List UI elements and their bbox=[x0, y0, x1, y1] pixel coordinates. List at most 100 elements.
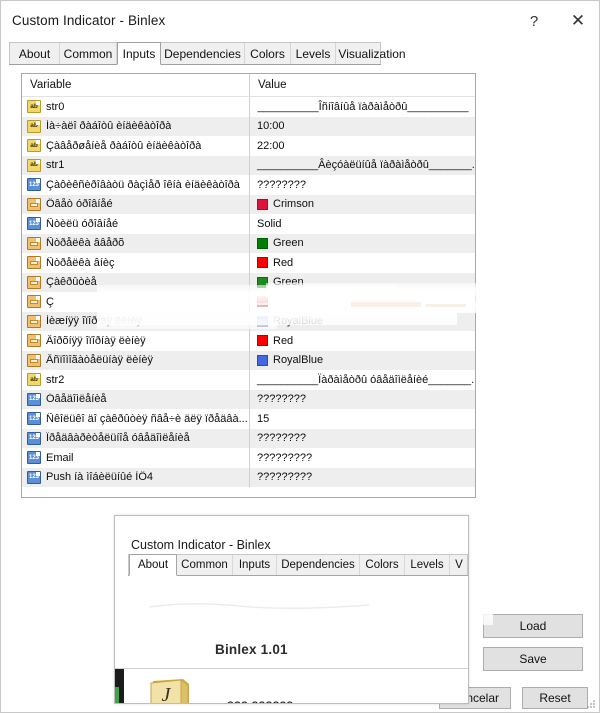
number-type-icon: 123 bbox=[27, 431, 41, 445]
variable-cell[interactable]: 123 Ñêîëüêî äî çàêðûòèÿ ñâå÷è äëÿ ïðåäâà.… bbox=[22, 409, 250, 429]
value-cell[interactable]: Crimson bbox=[250, 195, 475, 215]
resize-grip[interactable] bbox=[586, 699, 596, 709]
value-cell[interactable]: ????????? bbox=[250, 448, 475, 468]
value-cell[interactable]: RoyalBlue bbox=[250, 312, 475, 332]
variable-cell[interactable]: Çàêðûòèå bbox=[22, 272, 250, 292]
value-label: Solid bbox=[257, 217, 282, 230]
custom-indicator-window: Custom Indicator - Binlex ? ✕ About Comm… bbox=[0, 0, 600, 713]
table-row[interactable]: 123 Ñêîëüêî äî çàêðûòèÿ ñâå÷è äëÿ ïðåäâà.… bbox=[22, 409, 475, 429]
variable-cell[interactable]: 123 Ñòèëü óðîâíåé bbox=[22, 214, 250, 234]
tab-about[interactable]: About bbox=[10, 43, 60, 64]
table-row[interactable]: ab str2 __________Ïàðàìåòðû óâåäîìëåíèé___… bbox=[22, 370, 475, 390]
variable-cell[interactable]: ab str2 bbox=[22, 370, 250, 390]
table-row[interactable]: Ñòðåëêà âíèç Red bbox=[22, 253, 475, 273]
tab-common[interactable]: Common bbox=[60, 43, 117, 64]
table-row[interactable]: ab str1 __________Âèçóàëüíûå ïàðàìåòðû____… bbox=[22, 155, 475, 176]
value-cell[interactable] bbox=[250, 292, 475, 312]
table-row[interactable]: 123 Ñòèëü óðîâíåé Solid bbox=[22, 214, 475, 234]
variable-label: Çàôèêñèðîâàòü ðàçìåð îêíà èíäèêàòîðà bbox=[46, 178, 240, 191]
table-row[interactable]: Íèæíÿÿ îïîðíàÿ ëèíèÿ RoyalBlue bbox=[22, 311, 475, 332]
tab-visualization[interactable]: Visualization bbox=[336, 43, 408, 64]
value-cell[interactable]: ???????? bbox=[250, 429, 475, 449]
inputs-grid[interactable]: Variable Value ab str0 __________Îñíîâíûå … bbox=[21, 73, 476, 498]
variable-cell[interactable]: Íèæíÿÿ îïîðíàÿ ëèíèÿ bbox=[22, 311, 250, 331]
table-row[interactable]: Ñòðåëêà ââåðõ Green bbox=[22, 233, 475, 254]
value-cell[interactable]: 10:00 bbox=[250, 117, 475, 137]
variable-label: str0 bbox=[46, 100, 65, 113]
table-row[interactable]: ab Íà÷àëî ðàáîòû èíäèêàòîðà 10:00 bbox=[22, 116, 475, 137]
nested-tab-dependencies[interactable]: Dependencies bbox=[277, 555, 360, 575]
variable-cell[interactable]: 123 Push íà ìîáèëüíûé ÌÔ4 bbox=[22, 467, 250, 487]
table-row[interactable]: 123 Ïðåäâàðèòåëüíîå óâåäîìëåíèå???????? bbox=[22, 428, 475, 449]
value-cell[interactable]: __________Îñíîâíûå ïàðàìåòðû__________ bbox=[250, 97, 475, 117]
nested-tab-common[interactable]: Common bbox=[177, 555, 233, 575]
value-cell[interactable]: __________Ïàðàìåòðû óâåäîìëåíèé_______..… bbox=[250, 370, 475, 390]
table-row[interactable]: ab Çàâåðøåíèå ðàáîòû èíäèêàòîðà 22:00 bbox=[22, 136, 475, 156]
nested-tab-levels[interactable]: Levels bbox=[405, 555, 450, 575]
string-type-icon: ab bbox=[27, 119, 41, 133]
table-row[interactable]: Âñïîìîãàòåëüíàÿ ëèíèÿ RoyalBlue bbox=[22, 350, 475, 371]
value-cell[interactable]: ???????? bbox=[250, 175, 475, 195]
table-row[interactable]: ab str0 __________Îñíîâíûå ïàðàìåòðû______… bbox=[22, 97, 475, 117]
value-label: RoyalBlue bbox=[273, 315, 324, 328]
variable-cell[interactable]: Ñòðåëêà ââåðõ bbox=[22, 233, 250, 253]
variable-cell[interactable]: 123 Óâåäîìëåíèå bbox=[22, 389, 250, 409]
value-cell[interactable]: RoyalBlue bbox=[250, 351, 475, 371]
variable-cell[interactable]: Ç bbox=[22, 292, 250, 312]
variable-cell[interactable]: ab str1 bbox=[22, 155, 250, 175]
load-button[interactable]: Load bbox=[483, 614, 583, 638]
color-swatch bbox=[257, 198, 268, 210]
table-row[interactable]: 123 Çàôèêñèðîâàòü ðàçìåð îêíà èíäèêàòîðà?… bbox=[22, 175, 475, 195]
variable-cell[interactable]: 123 Çàôèêñèðîâàòü ðàçìåð îêíà èíäèêàòîðà bbox=[22, 175, 250, 195]
table-row[interactable]: 123 Óâåäîìëåíèå???????? bbox=[22, 389, 475, 410]
close-icon[interactable]: ✕ bbox=[557, 1, 599, 41]
value-cell[interactable]: 22:00 bbox=[250, 136, 475, 156]
table-row[interactable]: Öâåò óðîâíåé Crimson bbox=[22, 194, 475, 215]
value-cell[interactable]: ????????? bbox=[250, 468, 475, 488]
reset-button[interactable]: Reset bbox=[522, 687, 588, 709]
value-cell[interactable]: Red bbox=[250, 253, 475, 273]
save-button[interactable]: Save bbox=[483, 647, 583, 671]
variable-cell[interactable]: Âîðõíÿÿ îïîðíàÿ ëèíèÿ bbox=[22, 331, 250, 351]
tab-dependencies[interactable]: Dependencies bbox=[161, 43, 245, 64]
tab-colors[interactable]: Colors bbox=[245, 43, 291, 64]
vertical-scrollbar[interactable] bbox=[115, 669, 124, 703]
value-cell[interactable]: Green bbox=[250, 234, 475, 254]
table-row[interactable]: Ç bbox=[22, 292, 475, 312]
value-cell[interactable]: __________Âèçóàëüíûå ïàðàìåòðû_______... bbox=[250, 156, 475, 176]
help-button[interactable]: ? bbox=[513, 1, 555, 41]
value-cell[interactable]: Solid bbox=[250, 214, 475, 234]
value-cell[interactable]: Red bbox=[250, 331, 475, 351]
title-bar: Custom Indicator - Binlex ? ✕ bbox=[1, 1, 599, 41]
table-row[interactable]: Âîðõíÿÿ îïîðíàÿ ëèíèÿ Red bbox=[22, 331, 475, 351]
tab-inputs[interactable]: Inputs bbox=[117, 42, 161, 65]
table-row[interactable]: 123 Email????????? bbox=[22, 448, 475, 468]
nested-tab-about[interactable]: About bbox=[129, 554, 177, 576]
string-type-icon: ab bbox=[27, 139, 41, 153]
variable-cell[interactable]: ab str0 bbox=[22, 97, 250, 117]
variable-cell[interactable]: 123 Email bbox=[22, 448, 250, 468]
variable-cell[interactable]: 123 Ïðåäâàðèòåëüíîå óâåäîìëåíèå bbox=[22, 428, 250, 448]
variable-cell[interactable]: ab Íà÷àëî ðàáîòû èíäèêàòîðà bbox=[22, 116, 250, 136]
table-row[interactable]: 123 Push íà ìîáèëüíûé ÌÔ4????????? bbox=[22, 467, 475, 488]
variable-label: Âñïîìîãàòåëüíàÿ ëèíèÿ bbox=[46, 354, 154, 367]
column-header-value[interactable]: Value bbox=[250, 74, 475, 96]
variable-label: Ç bbox=[46, 295, 54, 308]
value-cell[interactable]: 15 bbox=[250, 409, 475, 429]
variable-cell[interactable]: ab Çàâåðøåíèå ðàáîòû èíäèêàòîðà bbox=[22, 136, 250, 156]
variable-cell[interactable]: Öâåò óðîâíåé bbox=[22, 194, 250, 214]
column-header-variable[interactable]: Variable bbox=[22, 74, 250, 96]
value-cell[interactable]: Green bbox=[250, 273, 475, 293]
variable-cell[interactable]: Âñïîìîãàòåëüíàÿ ëèíèÿ bbox=[22, 350, 250, 370]
value-cell[interactable]: ???????? bbox=[250, 390, 475, 410]
variable-label: str1 bbox=[46, 159, 65, 172]
nested-tab-colors[interactable]: Colors bbox=[360, 555, 405, 575]
variable-cell[interactable]: Ñòðåëêà âíèç bbox=[22, 253, 250, 273]
nested-tab-visualization[interactable]: V bbox=[450, 555, 468, 575]
scrollbar-thumb[interactable] bbox=[115, 687, 119, 703]
table-row[interactable]: Çàêðûòèå Green bbox=[22, 272, 475, 293]
nested-tab-inputs[interactable]: Inputs bbox=[233, 555, 277, 575]
number-type-icon: 123 bbox=[27, 412, 41, 426]
tab-levels[interactable]: Levels bbox=[291, 43, 336, 64]
color-type-icon bbox=[27, 275, 41, 289]
